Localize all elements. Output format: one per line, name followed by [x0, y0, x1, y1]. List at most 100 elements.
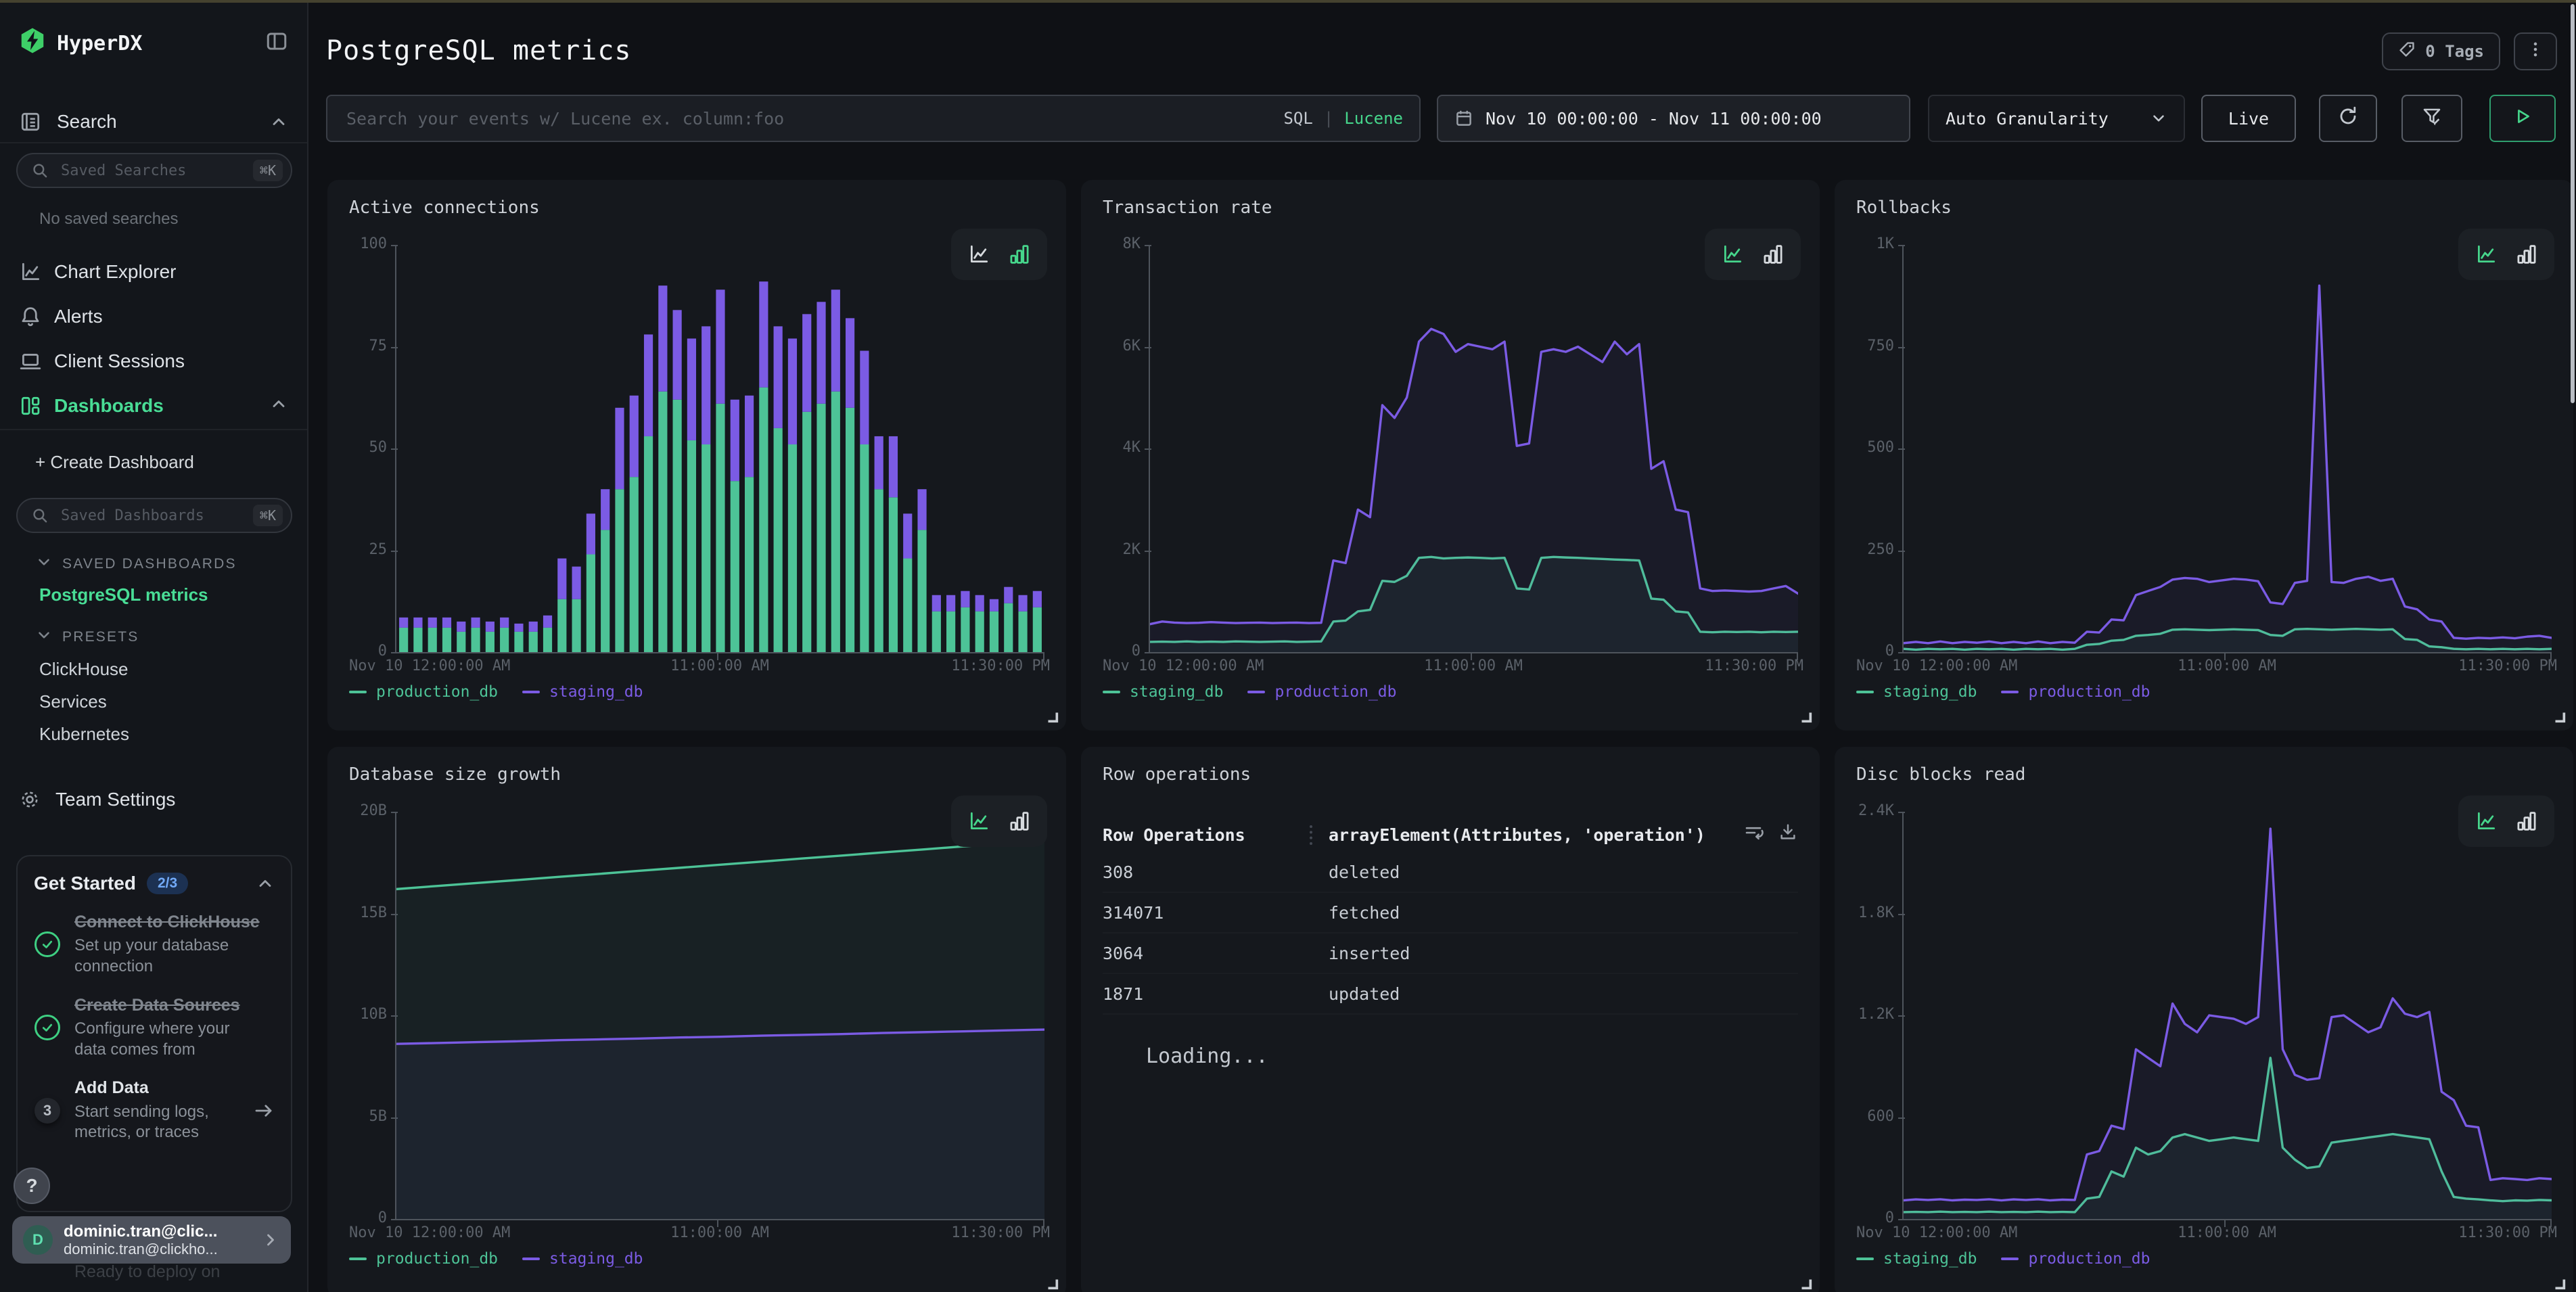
brand[interactable]: HyperDX: [19, 27, 142, 60]
sidebar-dashboard-clickhouse[interactable]: ClickHouse: [39, 659, 129, 680]
sidebar-item-client-sessions[interactable]: Client Sessions: [0, 341, 307, 382]
bar-chart-toggle-icon[interactable]: [1008, 810, 1031, 833]
dashboard-menu-button[interactable]: [2514, 32, 2557, 70]
y-tick-mark: [391, 652, 398, 653]
sidebar-item-team-settings[interactable]: Team Settings: [0, 781, 307, 818]
bar-staging_db: [529, 622, 538, 632]
get-started-step[interactable]: Connect to ClickHouse Set up your databas…: [34, 912, 275, 977]
date-range-picker[interactable]: Nov 10 00:00:00 - Nov 11 00:00:00: [1437, 95, 1910, 142]
sidebar-section-search[interactable]: Search: [0, 103, 307, 141]
bar-staging_db: [788, 338, 797, 444]
arrow-right-icon: [253, 1100, 275, 1122]
saved-searches-input[interactable]: [58, 161, 253, 181]
language-toggle-sql[interactable]: SQL: [1283, 109, 1312, 128]
page-scrollbar[interactable]: [2571, 4, 2575, 403]
user-profile[interactable]: D dominic.tran@clic... dominic.tran@clic…: [12, 1216, 291, 1264]
resize-handle[interactable]: [1044, 709, 1059, 724]
saved-searches-search[interactable]: ⌘K: [16, 153, 292, 188]
sidebar-item-chart-explorer[interactable]: Chart Explorer: [0, 252, 307, 292]
bar-chart-toggle-icon[interactable]: [1762, 243, 1785, 266]
refresh-button[interactable]: [2319, 95, 2377, 142]
bar-staging_db: [486, 622, 495, 632]
legend-item-production_db[interactable]: production_db: [349, 1250, 498, 1268]
x-axis-labels: Nov 10 12:00:00 AM11:00:00 AM11:30:00 PM: [395, 657, 1044, 676]
filter-icon: [2421, 106, 2443, 132]
bar-production_db: [1004, 603, 1013, 652]
get-started-panel: Get Started 2/3 Connect to ClickHouseSet…: [16, 855, 292, 1212]
bar-production_db: [875, 489, 883, 652]
tags-button[interactable]: 0 Tags: [2382, 32, 2500, 70]
legend-label: staging_db: [1130, 683, 1223, 701]
chart-card-rollbacks: Rollbacks02505007501KNov 10 12:00:00 AM1…: [1835, 180, 2573, 731]
table-row: 3064inserted: [1103, 933, 1798, 974]
saved-dashboards-input[interactable]: [58, 506, 253, 526]
bar-production_db: [774, 428, 783, 652]
y-tick-label: 6K: [1086, 338, 1141, 354]
language-toggle-lucene[interactable]: Lucene: [1344, 109, 1403, 128]
legend-marker: [1247, 691, 1265, 693]
resize-handle[interactable]: [2552, 709, 2567, 724]
legend-item-staging_db[interactable]: staging_db: [1856, 1250, 1977, 1268]
legend-item-production_db[interactable]: production_db: [2001, 1250, 2150, 1268]
step-title: Connect to ClickHouse: [74, 912, 275, 933]
legend-item-production_db[interactable]: production_db: [349, 683, 498, 701]
legend-item-staging_db[interactable]: staging_db: [522, 683, 643, 701]
line-chart-toggle-icon[interactable]: [2475, 243, 2498, 266]
get-started-step[interactable]: Create Data SourcesConfigure where your …: [34, 995, 275, 1061]
resize-handle[interactable]: [1044, 1276, 1059, 1291]
create-dashboard-link[interactable]: + Create Dashboard: [35, 452, 194, 473]
bar-staging_db: [990, 599, 998, 612]
chevron-up-icon[interactable]: [256, 874, 275, 893]
x-axis-label: 11:30:00 PM: [2458, 1224, 2557, 1241]
sidebar-item-alerts[interactable]: Alerts: [0, 296, 307, 337]
sidebar-item-dashboards[interactable]: Dashboards: [0, 386, 307, 426]
top-strip: [0, 0, 2576, 3]
table-cell-value: 314071: [1103, 903, 1310, 923]
line-chart-toggle-icon[interactable]: [967, 243, 990, 266]
legend-item-production_db[interactable]: production_db: [1247, 683, 1396, 701]
collapse-sidebar-icon[interactable]: [265, 30, 288, 58]
chart-plot-area: 05B10B15B20B: [395, 812, 1044, 1220]
saved-dashboards-search[interactable]: ⌘K: [16, 498, 292, 533]
help-button[interactable]: ?: [14, 1168, 50, 1204]
run-query-button[interactable]: [2489, 95, 2556, 142]
bar-chart-toggle-icon[interactable]: [2515, 243, 2538, 266]
legend-item-staging_db[interactable]: staging_db: [1856, 683, 1977, 701]
legend-label: staging_db: [549, 683, 643, 701]
bar-staging_db: [1018, 595, 1027, 612]
bar-staging_db: [716, 290, 724, 404]
legend-item-staging_db[interactable]: staging_db: [1103, 683, 1223, 701]
sort-rows-icon[interactable]: [1744, 822, 1766, 848]
get-started-step[interactable]: 3Add DataStart sending logs, metrics, or…: [34, 1078, 275, 1143]
line-chart-toggle-icon[interactable]: [1721, 243, 1744, 266]
legend-item-staging_db[interactable]: staging_db: [522, 1250, 643, 1268]
legend-marker: [522, 691, 540, 693]
legend-item-production_db[interactable]: production_db: [2001, 683, 2150, 701]
x-axis-labels: Nov 10 12:00:00 AM11:00:00 AM11:30:00 PM: [1902, 657, 2552, 676]
step-description: Set up your database connection: [74, 936, 248, 977]
sidebar-dashboard-services[interactable]: Services: [39, 691, 107, 712]
event-search-input[interactable]: [344, 108, 1283, 130]
gear-icon: [19, 789, 41, 810]
resize-handle[interactable]: [1798, 1276, 1813, 1291]
download-icon[interactable]: [1778, 822, 1798, 848]
line-chart-toggle-icon[interactable]: [967, 810, 990, 833]
bar-staging_db: [644, 334, 653, 436]
chart-title: Database size growth: [349, 764, 561, 785]
search-icon: [31, 162, 49, 179]
resize-handle[interactable]: [2552, 1276, 2567, 1291]
granularity-select[interactable]: Auto Granularity: [1928, 95, 2185, 142]
bar-production_db: [471, 628, 480, 652]
filter-button[interactable]: [2401, 95, 2462, 142]
sidebar-dashboard-kubernetes[interactable]: Kubernetes: [39, 724, 129, 745]
line-chart-toggle-icon[interactable]: [2475, 810, 2498, 833]
section-label-1[interactable]: PRESETS: [35, 626, 139, 648]
section-label-0[interactable]: SAVED DASHBOARDS: [35, 553, 237, 575]
bar-chart-toggle-icon[interactable]: [2515, 810, 2538, 833]
bar-chart-toggle-icon[interactable]: [1008, 243, 1031, 266]
sidebar-dashboard-postgresql-metrics[interactable]: PostgreSQL metrics: [39, 584, 208, 605]
x-axis-labels: Nov 10 12:00:00 AM11:00:00 AM11:30:00 PM: [395, 1224, 1044, 1243]
live-button[interactable]: Live: [2201, 95, 2296, 142]
bar-production_db: [932, 612, 941, 652]
resize-handle[interactable]: [1798, 709, 1813, 724]
